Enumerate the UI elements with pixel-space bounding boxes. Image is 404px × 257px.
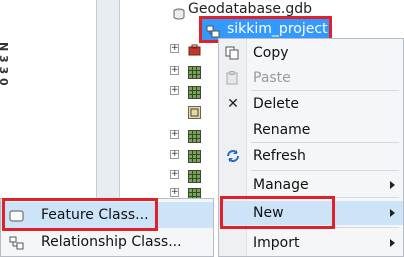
menu-item-refresh[interactable]: Refresh	[219, 144, 403, 168]
paste-icon	[225, 71, 241, 85]
menu-item-import[interactable]: Import	[219, 231, 403, 255]
submenu-arrow-icon	[390, 181, 395, 189]
expand-icon[interactable]: +	[170, 150, 179, 159]
menu-item-label: Refresh	[253, 148, 306, 164]
submenu-item-label: Relationship Class...	[41, 234, 182, 250]
raster-icon	[188, 168, 201, 183]
submenu-arrow-icon	[390, 239, 395, 247]
raster-icon	[188, 148, 201, 163]
raster-icon	[188, 84, 201, 99]
menu-separator	[251, 90, 399, 91]
geodatabase-icon	[173, 5, 185, 20]
menu-separator	[251, 142, 399, 143]
menu-item-label: Paste	[253, 70, 291, 86]
geodatabase-label[interactable]: Geodatabase.gdb	[188, 1, 312, 17]
delete-icon: ✕	[227, 96, 239, 112]
toolbox-icon	[188, 42, 201, 56]
menu-separator	[251, 170, 399, 171]
refresh-icon	[225, 149, 241, 163]
menu-item-delete[interactable]: ✕ Delete	[219, 92, 403, 116]
menu-item-label: Rename	[253, 122, 311, 138]
annotation-box-new	[220, 196, 335, 229]
expand-icon[interactable]: +	[170, 44, 179, 53]
menu-item-manage[interactable]: Manage	[219, 173, 403, 197]
menu-item-label: Import	[253, 235, 300, 251]
expand-icon[interactable]: +	[170, 86, 179, 95]
menu-item-rename[interactable]: Rename	[219, 118, 403, 142]
menu-item-label: Copy	[253, 45, 289, 61]
expand-icon[interactable]: +	[170, 188, 179, 197]
expand-icon[interactable]: +	[170, 66, 179, 75]
submenu-item-relationship-class[interactable]: Relationship Class...	[1, 229, 213, 255]
menu-item-label: Delete	[253, 96, 299, 112]
copy-icon	[225, 46, 241, 60]
submenu-arrow-icon	[390, 209, 395, 217]
raster-icon	[188, 128, 201, 143]
menu-item-copy[interactable]: Copy	[219, 41, 403, 65]
expand-icon[interactable]: +	[170, 170, 179, 179]
feature-class-icon	[188, 104, 201, 119]
relationship-class-icon	[9, 235, 25, 250]
menu-item-paste[interactable]: Paste	[219, 66, 403, 90]
annotation-box-feature-class	[2, 198, 158, 231]
menu-item-label: Manage	[253, 177, 309, 193]
left-pane-clipped-text: N 3 3 0	[0, 42, 12, 102]
raster-icon	[188, 64, 201, 79]
expand-icon[interactable]: +	[170, 130, 179, 139]
